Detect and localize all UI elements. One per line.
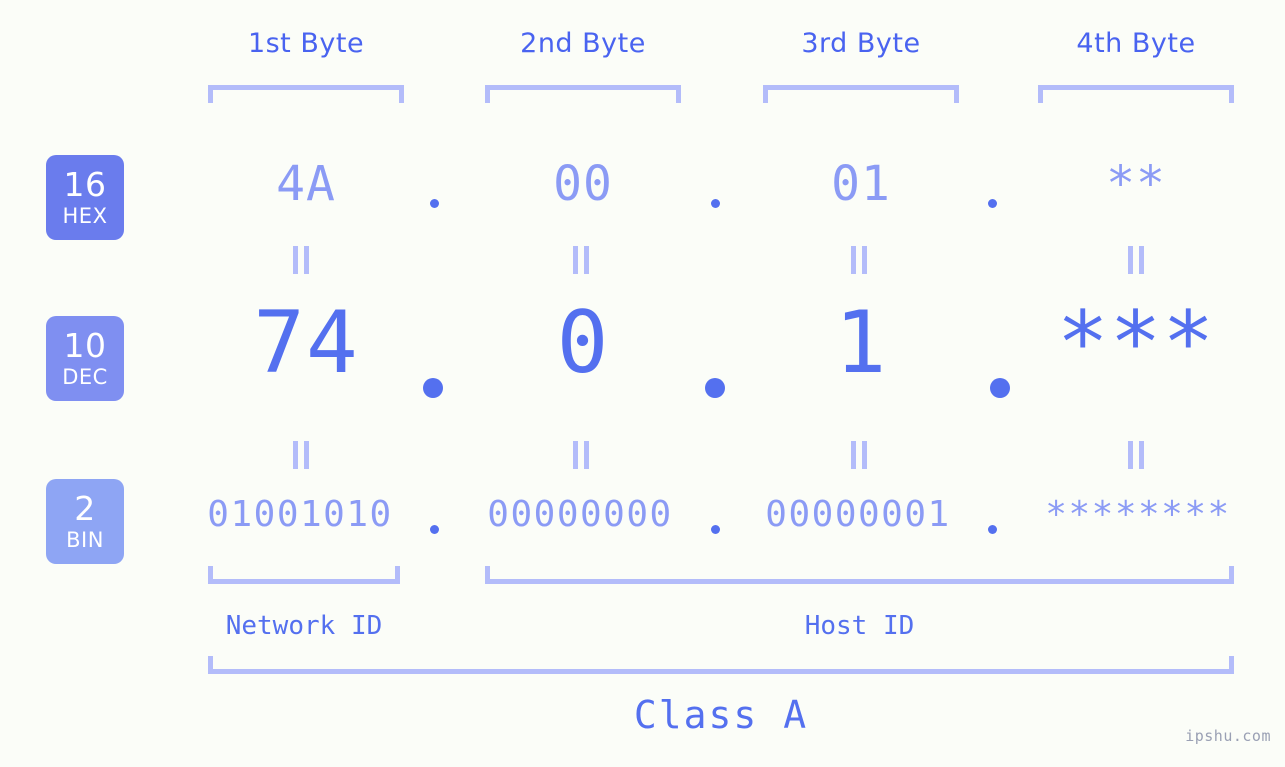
byte-bracket-2 [485,85,681,103]
hex-byte-3-value: 01 [831,156,891,212]
byte-label-4: 4th Byte [1076,28,1196,59]
equals-sign-hex-dec-1 [290,246,312,274]
host-id-bracket [485,566,1234,584]
dec-byte-1-value: 74 [253,293,359,393]
network-id-bracket [208,566,400,584]
base-badge-dec-number: 10 [63,326,107,365]
host-id-label: Host ID [804,611,915,641]
byte-label-2: 2nd Byte [520,28,646,59]
site-watermark: ipshu.com [1185,727,1271,745]
byte-bracket-1 [208,85,404,103]
bin-byte-3-value: 00000001 [765,494,951,535]
base-badge-hex-label: HEX [62,204,108,228]
hex-separator-dot-1 [430,199,439,208]
base-badge-dec: 10 DEC [46,316,124,401]
base-badge-bin-label: BIN [66,528,104,552]
equals-sign-dec-bin-3 [848,441,870,469]
bin-byte-4-value: ******** [1045,494,1231,535]
ip-byte-diagram: 1st Byte 2nd Byte 3rd Byte 4th Byte 16 H… [0,0,1285,767]
network-id-label: Network ID [225,611,383,641]
byte-label-3: 3rd Byte [801,28,921,59]
equals-sign-dec-bin-4 [1125,441,1147,469]
bin-separator-dot-2 [711,525,720,534]
equals-sign-dec-bin-1 [290,441,312,469]
equals-sign-hex-dec-4 [1125,246,1147,274]
base-badge-bin: 2 BIN [46,479,124,564]
dec-byte-2-value: 0 [556,293,610,393]
equals-sign-hex-dec-3 [848,246,870,274]
hex-separator-dot-2 [711,199,720,208]
byte-bracket-4 [1038,85,1234,103]
equals-sign-dec-bin-2 [570,441,592,469]
bin-byte-1-value: 01001010 [207,494,393,535]
byte-label-1: 1st Byte [247,28,365,59]
bin-separator-dot-3 [988,525,997,534]
byte-bracket-3 [763,85,959,103]
base-badge-hex-number: 16 [63,165,107,204]
bin-separator-dot-1 [430,525,439,534]
hex-byte-2-value: 00 [553,156,613,212]
hex-byte-1-value: 4A [276,156,336,212]
base-badge-dec-label: DEC [62,365,108,389]
base-badge-hex: 16 HEX [46,155,124,240]
dec-byte-4-value: *** [1056,293,1216,393]
hex-separator-dot-3 [988,199,997,208]
hex-byte-4-value: ** [1106,156,1166,212]
dec-separator-dot-3 [990,378,1010,398]
class-bracket [208,656,1234,674]
dec-byte-3-value: 1 [834,293,888,393]
dec-separator-dot-1 [423,378,443,398]
equals-sign-hex-dec-2 [570,246,592,274]
class-label: Class A [633,693,809,737]
base-badge-bin-number: 2 [74,489,96,528]
dec-separator-dot-2 [705,378,725,398]
bin-byte-2-value: 00000000 [487,494,673,535]
